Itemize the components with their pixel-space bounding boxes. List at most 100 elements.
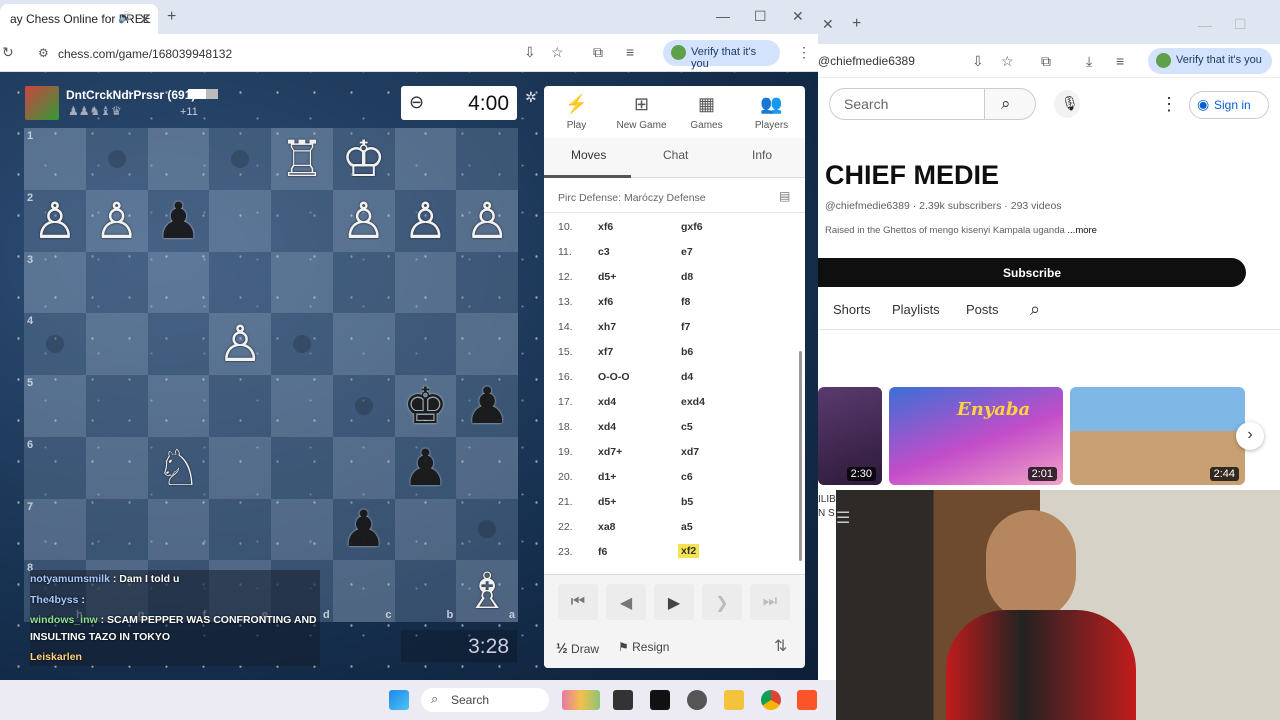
board-square[interactable]: ♖ xyxy=(271,128,333,190)
board-square[interactable]: ♙ xyxy=(332,189,395,252)
board-square[interactable] xyxy=(85,436,148,499)
board-square[interactable]: 5 xyxy=(24,375,86,437)
black-move[interactable]: xf2 xyxy=(678,544,700,558)
chat-username[interactable]: notyamumsmilk xyxy=(30,573,113,585)
black-pawn-icon[interactable]: ♟ xyxy=(456,375,518,437)
board-square[interactable] xyxy=(271,436,333,499)
maximize-icon[interactable]: ☐ xyxy=(754,9,767,23)
media-icon[interactable]: ≡ xyxy=(626,45,634,59)
maximize-icon[interactable]: ☐ xyxy=(1234,17,1247,31)
speaker-icon[interactable]: 🔊 xyxy=(118,13,132,24)
media-icon[interactable]: ≡ xyxy=(1116,54,1124,68)
resign-button[interactable]: ⚑ Resign xyxy=(618,640,669,654)
board-square[interactable] xyxy=(394,498,457,561)
brave-icon[interactable] xyxy=(797,690,817,710)
board-square[interactable] xyxy=(394,313,457,375)
install-icon[interactable]: ⇩ xyxy=(524,45,536,59)
board-square[interactable] xyxy=(271,375,333,437)
chat-username[interactable]: Leiskarlen xyxy=(30,651,82,663)
board-square[interactable] xyxy=(456,251,518,314)
tab-players[interactable]: 👥 Players xyxy=(739,86,804,138)
black-move[interactable]: exd4 xyxy=(681,396,705,408)
black-move[interactable]: f8 xyxy=(681,296,690,308)
mic-button[interactable]: 🎙 xyxy=(1054,90,1080,118)
board-square[interactable]: ♟ xyxy=(147,189,210,252)
board-square[interactable] xyxy=(394,128,457,190)
black-move[interactable]: a5 xyxy=(681,521,693,533)
chess-board[interactable]: 1♖♔2♙♙♟♙♙♙34♙5♚♟6♘♟7♟8hgfedcba♗ xyxy=(24,128,518,622)
white-pawn-icon[interactable]: ♙ xyxy=(395,190,457,252)
board-square[interactable] xyxy=(85,498,148,561)
white-rook-icon[interactable]: ♖ xyxy=(271,128,333,190)
board-square[interactable]: a ♗ xyxy=(456,560,518,622)
black-move[interactable]: c5 xyxy=(681,421,693,433)
black-pawn-icon[interactable]: ♟ xyxy=(395,437,457,499)
chat-username[interactable]: windows_inw xyxy=(30,614,101,626)
extensions-icon[interactable]: ⧉ xyxy=(593,45,603,59)
white-move[interactable]: d5+ xyxy=(598,271,616,283)
verify-button[interactable]: Verify that it's you xyxy=(663,40,780,70)
menu-kebab-icon[interactable]: ⋮ xyxy=(797,45,811,59)
black-move[interactable]: c6 xyxy=(681,471,693,483)
bookmark-star-icon[interactable]: ☆ xyxy=(551,45,564,59)
widget-flowers-icon[interactable] xyxy=(562,690,600,710)
chrome-icon[interactable] xyxy=(761,690,781,710)
board-square[interactable] xyxy=(85,128,148,190)
white-king-icon[interactable]: ♔ xyxy=(333,128,395,190)
board-square[interactable] xyxy=(85,313,148,375)
board-square[interactable] xyxy=(271,498,333,561)
black-move[interactable]: b5 xyxy=(681,496,693,508)
reload-icon[interactable]: ↻ xyxy=(2,45,14,59)
prev-move-button[interactable]: ◀ xyxy=(606,584,646,620)
black-move[interactable]: xd7 xyxy=(681,446,699,458)
board-square[interactable] xyxy=(209,128,271,190)
board-square[interactable]: ♟ xyxy=(394,436,457,499)
board-square[interactable] xyxy=(147,251,210,314)
black-pawn-icon[interactable]: ♟ xyxy=(148,190,210,252)
white-knight-icon[interactable]: ♘ xyxy=(148,437,210,499)
yt-search-input[interactable]: Search xyxy=(829,88,985,120)
white-move[interactable]: xd7+ xyxy=(598,446,622,458)
white-move[interactable]: xf6 xyxy=(598,296,613,308)
close-tab-icon[interactable]: ✕ xyxy=(139,12,151,26)
move-hint-dot[interactable] xyxy=(478,520,497,539)
white-move[interactable]: f6 xyxy=(598,546,607,558)
minimize-icon[interactable]: — xyxy=(1198,18,1212,32)
board-square[interactable] xyxy=(147,375,210,437)
download-icon[interactable]: ⤓ xyxy=(1086,54,1092,68)
white-move[interactable]: d5+ xyxy=(598,496,616,508)
board-square[interactable] xyxy=(147,128,210,190)
black-move[interactable]: gxf6 xyxy=(681,221,703,233)
black-move[interactable]: d8 xyxy=(681,271,693,283)
move-list-scrollbar[interactable] xyxy=(799,351,802,561)
board-square[interactable] xyxy=(456,128,518,190)
board-square[interactable] xyxy=(147,313,210,375)
tab-posts[interactable]: Posts xyxy=(966,302,999,317)
board-square[interactable]: ♟ xyxy=(456,375,518,437)
board-square[interactable]: ♟ xyxy=(332,498,395,561)
board-square[interactable] xyxy=(147,498,210,561)
board-square[interactable] xyxy=(394,251,457,314)
more-link[interactable]: ...more xyxy=(1067,225,1097,236)
board-square[interactable]: b xyxy=(394,560,457,622)
white-pawn-icon[interactable]: ♙ xyxy=(86,190,148,252)
black-move[interactable]: e7 xyxy=(681,246,693,258)
close-window-icon[interactable]: ✕ xyxy=(792,9,804,23)
last-move-button[interactable]: ⏭ xyxy=(750,584,790,620)
obs-icon[interactable] xyxy=(687,690,707,710)
file-explorer-icon[interactable] xyxy=(724,690,744,710)
board-square[interactable] xyxy=(332,251,395,314)
right-verify-button[interactable]: Verify that it's you xyxy=(1148,48,1272,74)
tab-shorts[interactable]: Shorts xyxy=(833,302,871,317)
black-pawn-icon[interactable]: ♟ xyxy=(333,499,395,561)
board-square[interactable] xyxy=(209,251,271,314)
taskview-icon[interactable] xyxy=(613,690,633,710)
sign-in-button[interactable]: ◉ Sign in xyxy=(1189,91,1269,119)
black-move[interactable]: b6 xyxy=(681,346,693,358)
move-hint-dot[interactable] xyxy=(231,149,250,168)
flip-board-icon[interactable]: ⇅ xyxy=(774,639,787,655)
board-square[interactable] xyxy=(271,313,333,375)
board-square[interactable] xyxy=(456,436,518,499)
board-square[interactable]: ♙ xyxy=(85,189,148,252)
board-square[interactable]: ♙ xyxy=(394,189,457,252)
